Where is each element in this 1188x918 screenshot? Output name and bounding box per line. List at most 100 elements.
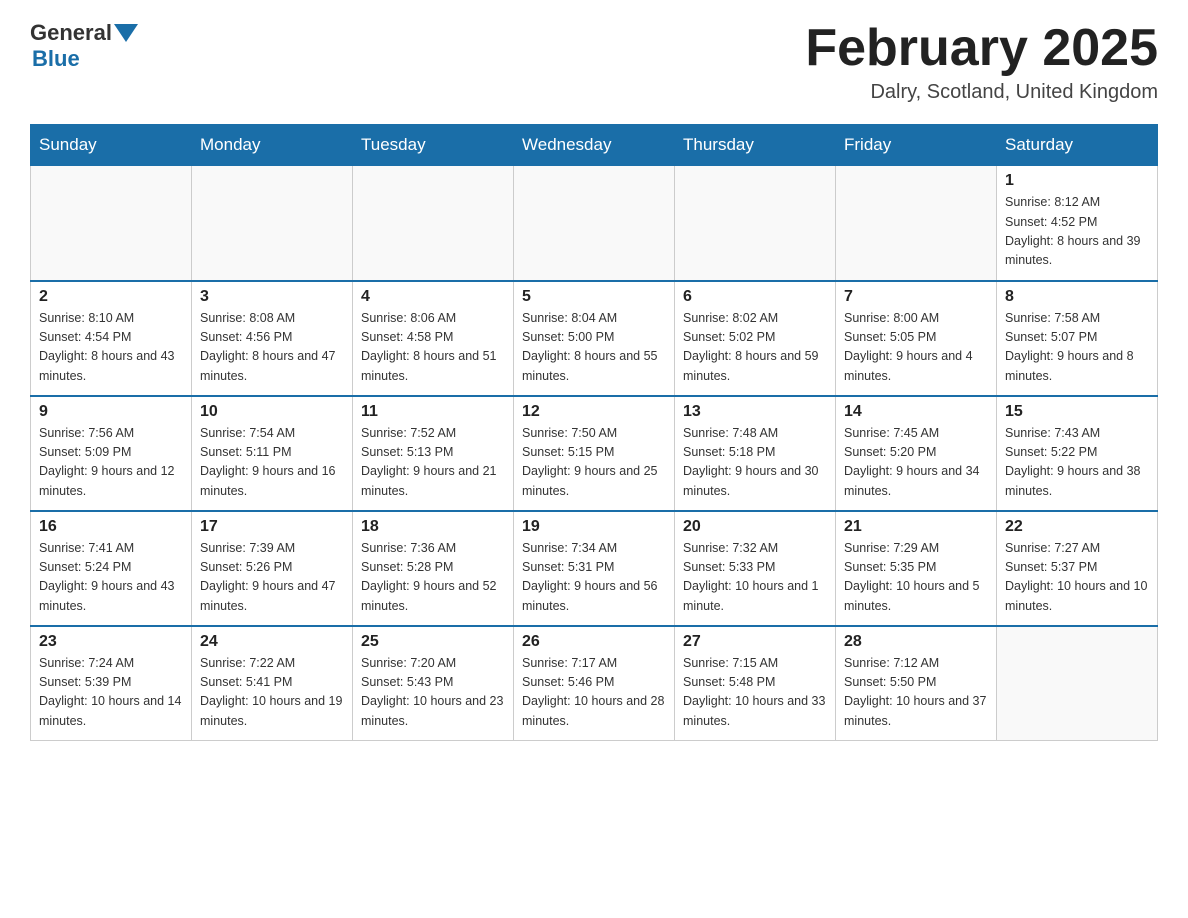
day-number: 19 <box>522 518 666 536</box>
day-number: 24 <box>200 633 344 651</box>
day-info: Sunrise: 7:15 AMSunset: 5:48 PMDaylight:… <box>683 654 827 732</box>
calendar-cell: 1Sunrise: 8:12 AMSunset: 4:52 PMDaylight… <box>997 166 1158 281</box>
day-info: Sunrise: 7:54 AMSunset: 5:11 PMDaylight:… <box>200 424 344 502</box>
day-info: Sunrise: 7:41 AMSunset: 5:24 PMDaylight:… <box>39 539 183 617</box>
calendar-cell <box>514 166 675 281</box>
calendar-cell <box>192 166 353 281</box>
calendar-cell: 26Sunrise: 7:17 AMSunset: 5:46 PMDayligh… <box>514 626 675 741</box>
day-info: Sunrise: 7:48 AMSunset: 5:18 PMDaylight:… <box>683 424 827 502</box>
calendar-cell: 10 Sunrise: 7:54 AMSunset: 5:11 PMDayligh… <box>192 396 353 511</box>
day-number: 16 <box>39 518 183 536</box>
day-number: 11 <box>361 403 505 421</box>
page-header: General Blue February 2025 Dalry, Scotla… <box>30 20 1158 104</box>
day-number: 7 <box>844 288 988 306</box>
calendar-cell: 2Sunrise: 8:10 AMSunset: 4:54 PMDaylight… <box>31 281 192 396</box>
calendar-table: SundayMondayTuesdayWednesdayThursdayFrid… <box>30 124 1158 741</box>
day-info: Sunrise: 7:12 AMSunset: 5:50 PMDaylight:… <box>844 654 988 732</box>
calendar-cell: 14 Sunrise: 7:45 AMSunset: 5:20 PMDayligh… <box>836 396 997 511</box>
calendar-week-row: 1Sunrise: 8:12 AMSunset: 4:52 PMDaylight… <box>31 166 1158 281</box>
day-number: 2 <box>39 288 183 306</box>
day-number: 12 <box>522 403 666 421</box>
weekday-header-row: SundayMondayTuesdayWednesdayThursdayFrid… <box>31 125 1158 166</box>
calendar-week-row: 9Sunrise: 7:56 AMSunset: 5:09 PMDaylight… <box>31 396 1158 511</box>
calendar-cell: 19 Sunrise: 7:34 AMSunset: 5:31 PMDayligh… <box>514 511 675 626</box>
calendar-cell <box>353 166 514 281</box>
calendar-cell: 15 Sunrise: 7:43 AMSunset: 5:22 PMDayligh… <box>997 396 1158 511</box>
calendar-cell <box>997 626 1158 741</box>
calendar-cell: 22 Sunrise: 7:27 AMSunset: 5:37 PMDayligh… <box>997 511 1158 626</box>
day-number: 6 <box>683 288 827 306</box>
calendar-cell: 24 Sunrise: 7:22 AMSunset: 5:41 PMDayligh… <box>192 626 353 741</box>
day-number: 17 <box>200 518 344 536</box>
calendar-cell: 25Sunrise: 7:20 AMSunset: 5:43 PMDayligh… <box>353 626 514 741</box>
logo: General Blue <box>30 20 140 72</box>
day-number: 15 <box>1005 403 1149 421</box>
day-number: 5 <box>522 288 666 306</box>
calendar-cell <box>675 166 836 281</box>
calendar-cell: 6 Sunrise: 8:02 AMSunset: 5:02 PMDaylight… <box>675 281 836 396</box>
month-title: February 2025 <box>805 20 1158 77</box>
weekday-header-monday: Monday <box>192 125 353 166</box>
logo-general-text: General <box>30 20 112 46</box>
calendar-cell: 16 Sunrise: 7:41 AMSunset: 5:24 PMDayligh… <box>31 511 192 626</box>
calendar-cell: 11 Sunrise: 7:52 AMSunset: 5:13 PMDayligh… <box>353 396 514 511</box>
location-text: Dalry, Scotland, United Kingdom <box>805 81 1158 104</box>
calendar-cell: 21 Sunrise: 7:29 AMSunset: 5:35 PMDayligh… <box>836 511 997 626</box>
day-info: Sunrise: 7:56 AMSunset: 5:09 PMDaylight:… <box>39 424 183 502</box>
day-number: 22 <box>1005 518 1149 536</box>
calendar-cell: 4 Sunrise: 8:06 AMSunset: 4:58 PMDaylight… <box>353 281 514 396</box>
day-number: 13 <box>683 403 827 421</box>
day-info: Sunrise: 8:02 AMSunset: 5:02 PMDaylight:… <box>683 309 827 387</box>
day-info: Sunrise: 8:04 AMSunset: 5:00 PMDaylight:… <box>522 309 666 387</box>
day-info: Sunrise: 7:58 AMSunset: 5:07 PMDaylight:… <box>1005 309 1149 387</box>
day-number: 21 <box>844 518 988 536</box>
day-number: 4 <box>361 288 505 306</box>
calendar-cell: 9Sunrise: 7:56 AMSunset: 5:09 PMDaylight… <box>31 396 192 511</box>
day-number: 8 <box>1005 288 1149 306</box>
calendar-cell: 12 Sunrise: 7:50 AMSunset: 5:15 PMDayligh… <box>514 396 675 511</box>
day-info: Sunrise: 8:06 AMSunset: 4:58 PMDaylight:… <box>361 309 505 387</box>
day-number: 18 <box>361 518 505 536</box>
day-info: Sunrise: 7:36 AMSunset: 5:28 PMDaylight:… <box>361 539 505 617</box>
day-info: Sunrise: 7:52 AMSunset: 5:13 PMDaylight:… <box>361 424 505 502</box>
calendar-week-row: 16 Sunrise: 7:41 AMSunset: 5:24 PMDayligh… <box>31 511 1158 626</box>
logo-blue-text: Blue <box>32 46 80 72</box>
day-info: Sunrise: 7:34 AMSunset: 5:31 PMDaylight:… <box>522 539 666 617</box>
calendar-week-row: 2Sunrise: 8:10 AMSunset: 4:54 PMDaylight… <box>31 281 1158 396</box>
weekday-header-tuesday: Tuesday <box>353 125 514 166</box>
day-info: Sunrise: 7:32 AMSunset: 5:33 PMDaylight:… <box>683 539 827 617</box>
day-info: Sunrise: 7:22 AMSunset: 5:41 PMDaylight:… <box>200 654 344 732</box>
calendar-cell: 28 Sunrise: 7:12 AMSunset: 5:50 PMDayligh… <box>836 626 997 741</box>
day-info: Sunrise: 7:39 AMSunset: 5:26 PMDaylight:… <box>200 539 344 617</box>
day-number: 20 <box>683 518 827 536</box>
day-info: Sunrise: 7:45 AMSunset: 5:20 PMDaylight:… <box>844 424 988 502</box>
day-number: 23 <box>39 633 183 651</box>
calendar-cell: 5 Sunrise: 8:04 AMSunset: 5:00 PMDaylight… <box>514 281 675 396</box>
calendar-cell: 27 Sunrise: 7:15 AMSunset: 5:48 PMDayligh… <box>675 626 836 741</box>
day-info: Sunrise: 7:50 AMSunset: 5:15 PMDaylight:… <box>522 424 666 502</box>
calendar-cell: 3 Sunrise: 8:08 AMSunset: 4:56 PMDaylight… <box>192 281 353 396</box>
day-number: 10 <box>200 403 344 421</box>
day-info: Sunrise: 7:29 AMSunset: 5:35 PMDaylight:… <box>844 539 988 617</box>
weekday-header-sunday: Sunday <box>31 125 192 166</box>
day-info: Sunrise: 7:27 AMSunset: 5:37 PMDaylight:… <box>1005 539 1149 617</box>
weekday-header-saturday: Saturday <box>997 125 1158 166</box>
day-info: Sunrise: 8:00 AMSunset: 5:05 PMDaylight:… <box>844 309 988 387</box>
title-block: February 2025 Dalry, Scotland, United Ki… <box>805 20 1158 104</box>
calendar-cell <box>836 166 997 281</box>
day-info: Sunrise: 8:08 AMSunset: 4:56 PMDaylight:… <box>200 309 344 387</box>
day-info: Sunrise: 7:43 AMSunset: 5:22 PMDaylight:… <box>1005 424 1149 502</box>
calendar-cell <box>31 166 192 281</box>
day-number: 28 <box>844 633 988 651</box>
calendar-cell: 17 Sunrise: 7:39 AMSunset: 5:26 PMDayligh… <box>192 511 353 626</box>
day-number: 14 <box>844 403 988 421</box>
calendar-cell: 23 Sunrise: 7:24 AMSunset: 5:39 PMDayligh… <box>31 626 192 741</box>
calendar-cell: 13 Sunrise: 7:48 AMSunset: 5:18 PMDayligh… <box>675 396 836 511</box>
day-number: 3 <box>200 288 344 306</box>
day-number: 26 <box>522 633 666 651</box>
day-info: Sunrise: 7:20 AMSunset: 5:43 PMDaylight:… <box>361 654 505 732</box>
day-info: Sunrise: 7:24 AMSunset: 5:39 PMDaylight:… <box>39 654 183 732</box>
calendar-cell: 7 Sunrise: 8:00 AMSunset: 5:05 PMDaylight… <box>836 281 997 396</box>
day-number: 27 <box>683 633 827 651</box>
day-number: 1 <box>1005 172 1149 190</box>
